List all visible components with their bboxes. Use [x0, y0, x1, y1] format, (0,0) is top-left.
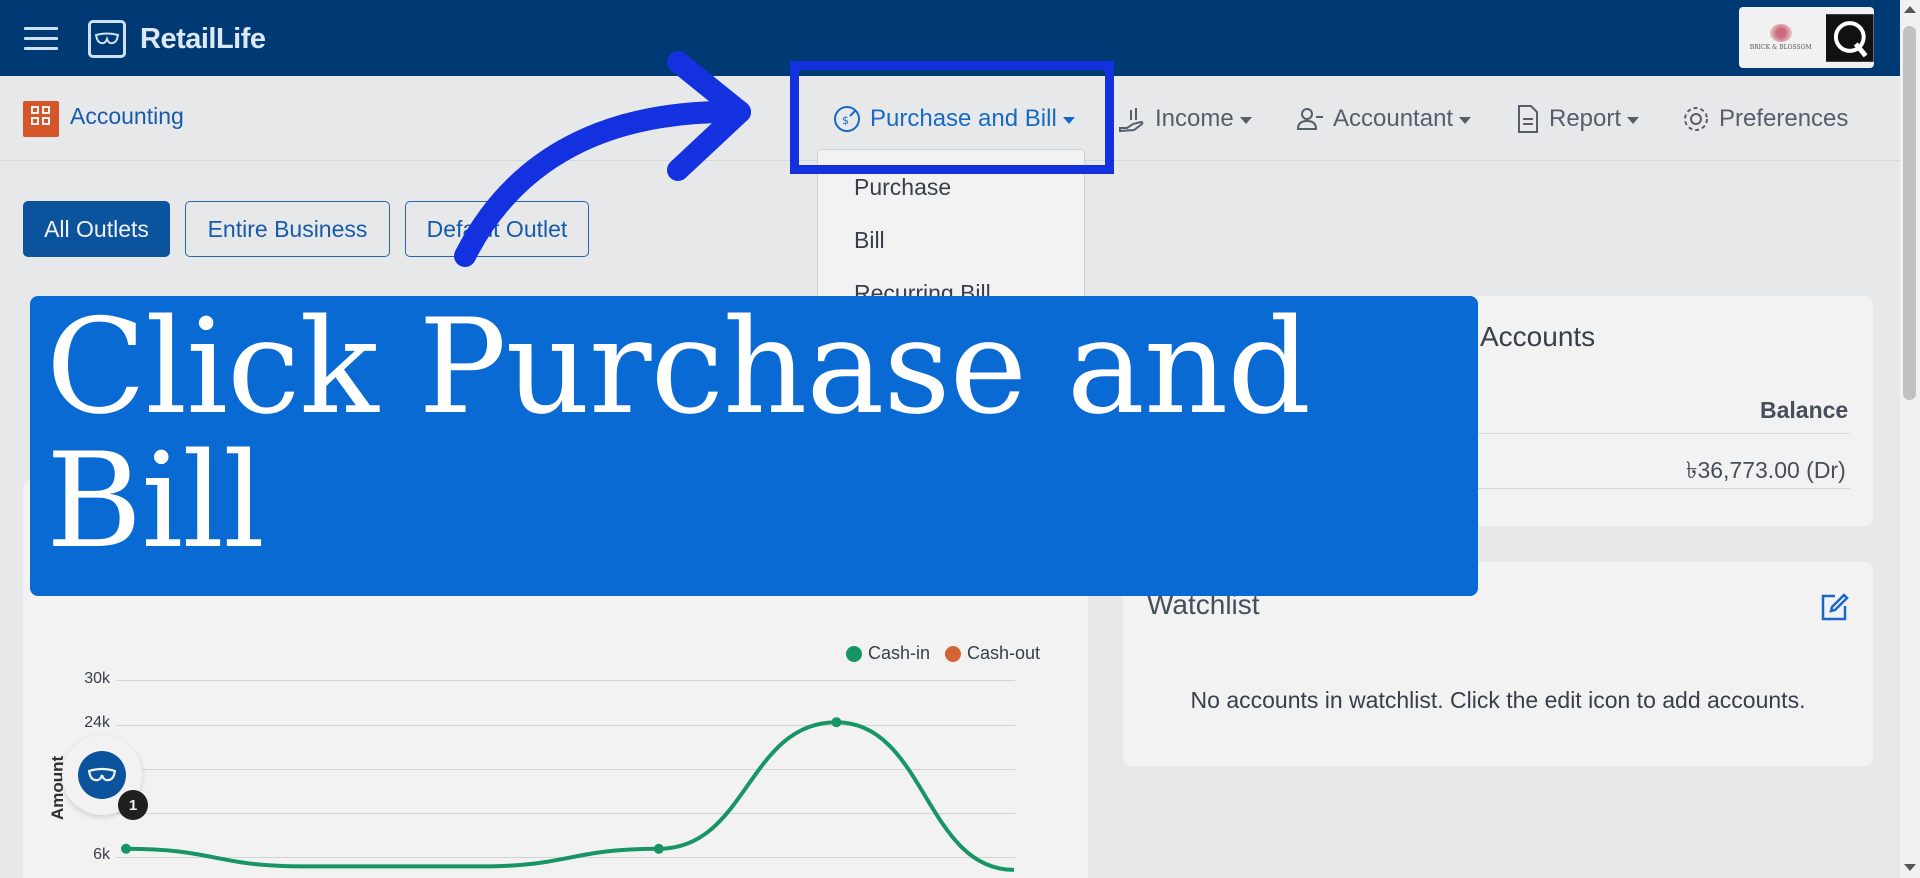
instruction-text: Click Purchase and Bill	[46, 290, 1311, 577]
notification-badge: 1	[118, 790, 148, 820]
data-point-cash-in[interactable]	[121, 843, 131, 854]
scrollbar-thumb[interactable]	[1903, 26, 1916, 400]
data-point-cash-in[interactable]	[831, 717, 842, 728]
data-point-cash-in[interactable]	[653, 843, 664, 854]
purchase-and-bill-dropdown: Purchase Bill Recurring Bill	[817, 149, 1085, 306]
scroll-up-arrow-icon[interactable]	[1904, 6, 1916, 13]
dropdown-item-purchase[interactable]: Purchase	[854, 174, 951, 201]
series-line-cash-in	[125, 720, 1015, 872]
scroll-down-arrow-icon[interactable]	[1904, 864, 1916, 871]
dropdown-item-bill[interactable]: Bill	[854, 227, 885, 254]
glasses-logo-icon	[78, 751, 126, 799]
